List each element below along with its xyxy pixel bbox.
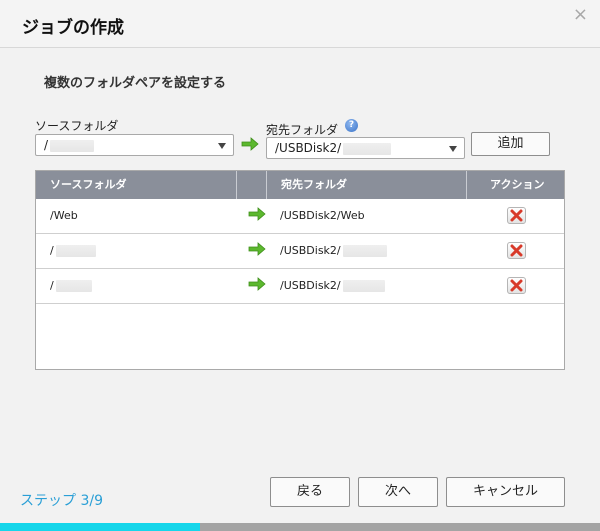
step-indicator: ステップ 3/9 <box>20 493 103 509</box>
right-arrow-icon <box>248 277 266 291</box>
column-divider <box>236 171 237 199</box>
delete-x-icon <box>510 279 523 292</box>
delete-x-icon <box>510 244 523 257</box>
right-arrow-icon <box>248 242 266 256</box>
chevron-down-icon <box>449 146 457 152</box>
next-button[interactable]: 次へ <box>358 477 438 507</box>
section-title: 複数のフォルダペアを設定する <box>44 76 227 91</box>
wizard-progress-fill <box>0 523 200 531</box>
close-icon[interactable]: × <box>573 6 588 24</box>
row-destination-folder: /USBDisk2/Web <box>280 209 365 222</box>
destination-folder-value: /USBDisk2/ <box>275 141 342 155</box>
row-source-folder: / <box>50 244 96 257</box>
column-divider <box>266 171 267 199</box>
column-header-destination: 宛先フォルダ <box>281 178 347 191</box>
destination-folder-select[interactable]: /USBDisk2/ <box>266 137 465 159</box>
table-header: ソースフォルダ 宛先フォルダ アクション <box>36 171 564 199</box>
row-source-folder: /Web <box>50 209 78 222</box>
cancel-button[interactable]: キャンセル <box>446 477 565 507</box>
folder-pair-table: ソースフォルダ 宛先フォルダ アクション /Web /USBDisk2/Web … <box>35 170 565 370</box>
delete-x-icon <box>510 209 523 222</box>
destination-folder-label: 宛先フォルダ <box>266 123 339 137</box>
redacted-text <box>50 139 95 152</box>
chevron-down-icon <box>218 143 226 149</box>
table-row: / /USBDisk2/ <box>36 234 564 269</box>
row-destination-folder: /USBDisk2/ <box>280 279 385 292</box>
column-header-action: アクション <box>490 178 545 191</box>
row-destination-folder: /USBDisk2/ <box>280 244 387 257</box>
help-question-icon[interactable]: ? <box>345 119 358 132</box>
source-folder-label: ソースフォルダ <box>35 119 119 133</box>
delete-row-button[interactable] <box>507 277 526 294</box>
redacted-text <box>343 142 392 155</box>
delete-row-button[interactable] <box>507 242 526 259</box>
delete-row-button[interactable] <box>507 207 526 224</box>
back-button[interactable]: 戻る <box>270 477 350 507</box>
column-header-source: ソースフォルダ <box>50 178 127 191</box>
redacted-text <box>342 245 387 257</box>
wizard-progress-bar <box>0 523 600 531</box>
source-folder-select[interactable]: / <box>35 134 234 156</box>
table-row: / /USBDisk2/ <box>36 269 564 304</box>
right-arrow-icon <box>241 137 259 151</box>
dialog-title: ジョブの作成 <box>22 18 124 38</box>
right-arrow-icon <box>248 207 266 221</box>
table-row: /Web /USBDisk2/Web <box>36 199 564 234</box>
redacted-text <box>55 280 92 292</box>
add-button[interactable]: 追加 <box>471 132 550 156</box>
redacted-text <box>55 245 96 257</box>
column-divider <box>466 171 467 199</box>
redacted-text <box>342 280 385 292</box>
row-source-folder: / <box>50 279 92 292</box>
dialog-titlebar: ジョブの作成 × <box>0 0 600 48</box>
source-folder-value: / <box>44 138 49 152</box>
